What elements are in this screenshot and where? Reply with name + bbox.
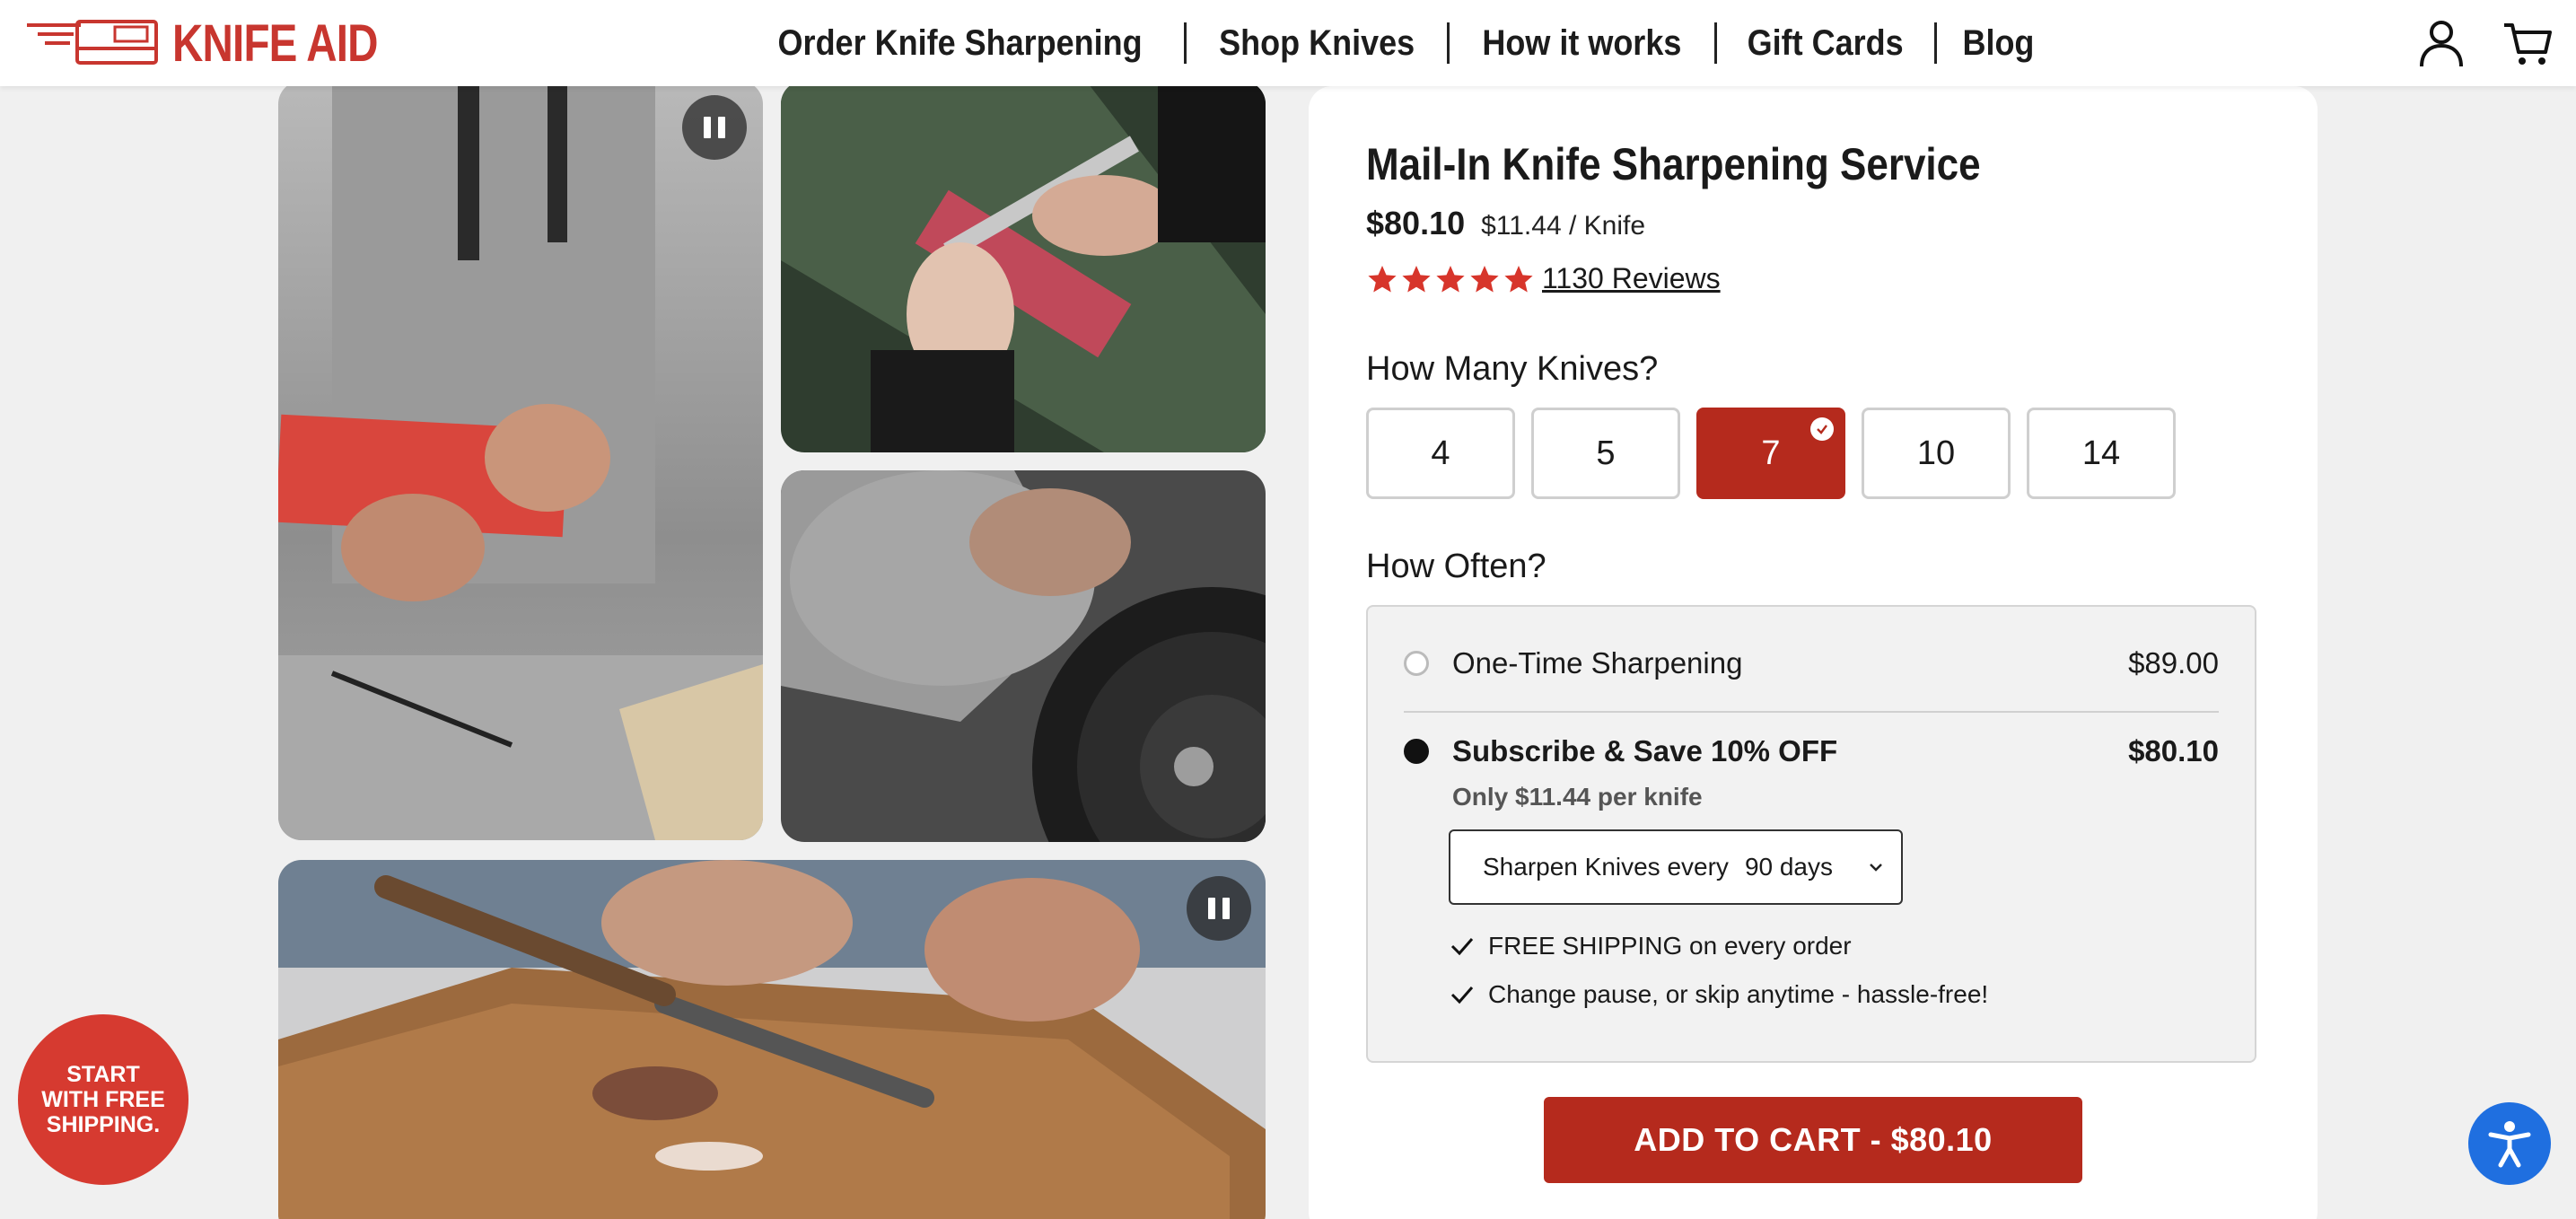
selected-check-icon [1810, 417, 1834, 441]
star-icon [1368, 265, 1397, 293]
star-icon [1504, 265, 1533, 293]
product-title: Mail-In Knife Sharpening Service [1366, 139, 1981, 189]
gallery-video-unboxing[interactable] [278, 81, 763, 840]
option-label: Subscribe & Save 10% OFF [1452, 734, 1838, 767]
nav-shop-knives[interactable]: Shop Knives [1184, 22, 1447, 64]
rating-stars: 1130 Reviews [1366, 262, 1721, 295]
checkmark-icon [1450, 987, 1474, 1004]
radio-selected[interactable] [1404, 739, 1429, 764]
option-price: $80.10 [2128, 734, 2219, 767]
quantity-option-selected[interactable]: 7 [1696, 408, 1845, 499]
gallery-image-sharpening-belt[interactable] [781, 81, 1266, 452]
cutting-board-image [278, 860, 1266, 1219]
option-subscribe[interactable]: Subscribe & Save 10% OFF $80.10 [1404, 734, 2219, 768]
select-prefix: Sharpen Knives every [1483, 853, 1729, 881]
pause-button[interactable] [682, 95, 747, 160]
unboxing-image [278, 81, 763, 840]
pause-button[interactable] [1187, 876, 1251, 941]
account-icon[interactable] [2414, 16, 2468, 70]
frequency-label: How Often? [1366, 548, 1546, 585]
accessibility-button[interactable] [2468, 1102, 2551, 1185]
select-value: 90 days [1744, 853, 1834, 881]
nav-blog[interactable]: Blog [1933, 22, 2060, 64]
frequency-options: One-Time Sharpening $89.00 Subscribe & S… [1366, 605, 2256, 1063]
quantity-option-label: 7 [1761, 434, 1781, 472]
gallery-image-wheel-sharpening[interactable] [781, 470, 1266, 842]
quantity-option[interactable]: 4 [1366, 408, 1515, 499]
option-one-time[interactable]: One-Time Sharpening $89.00 [1404, 646, 2219, 680]
main-nav: Order Knife Sharpening Shop Knives How i… [736, 0, 2059, 86]
site-header: KNIFE AID Order Knife Sharpening Shop Kn… [0, 0, 2576, 86]
free-shipping-badge[interactable]: START WITH FREE SHIPPING. [18, 1014, 188, 1185]
star-icon [1402, 265, 1431, 293]
brand-logo[interactable]: KNIFE AID [25, 14, 423, 73]
quantity-option[interactable]: 14 [2027, 408, 2176, 499]
frequency-select[interactable]: Sharpen Knives every 90 days [1449, 829, 1903, 905]
add-to-cart-button[interactable]: ADD TO CART - $80.10 [1544, 1097, 2082, 1183]
quantity-options: 4 5 7 10 14 [1366, 408, 2176, 499]
perk-text: FREE SHIPPING on every order [1488, 932, 1852, 960]
star-icon [1436, 265, 1465, 293]
wheel-sharpening-image [781, 470, 1266, 842]
reviews-link[interactable]: 1130 Reviews [1542, 262, 1721, 295]
product-price: $80.10 [1366, 205, 1466, 241]
nav-order-sharpening[interactable]: Order Knife Sharpening [736, 22, 1184, 64]
star-icon [1470, 265, 1499, 293]
perk-flexible: Change pause, or skip anytime - hassle-f… [1449, 980, 1988, 1009]
option-divider [1404, 711, 2219, 713]
price-row: $80.10 $11.44 / Knife [1366, 205, 1645, 242]
radio-unselected[interactable] [1404, 651, 1429, 676]
nav-how-it-works[interactable]: How it works [1447, 22, 1714, 64]
option-price: $89.00 [2128, 646, 2219, 680]
brand-wordmark: KNIFE AID [172, 13, 378, 73]
chevron-down-icon [1870, 864, 1882, 872]
option-label: One-Time Sharpening [1452, 646, 1743, 680]
perk-free-shipping: FREE SHIPPING on every order [1449, 932, 1852, 960]
gallery-video-cutting[interactable] [278, 860, 1266, 1219]
price-per-knife: $11.44 / Knife [1481, 211, 1646, 241]
perk-text: Change pause, or skip anytime - hassle-f… [1488, 980, 1989, 1008]
quantity-label: How Many Knives? [1366, 350, 1659, 388]
nav-gift-cards[interactable]: Gift Cards [1714, 22, 1933, 64]
subscribe-per-knife-note: Only $11.44 per knife [1452, 783, 1703, 811]
belt-sharpening-image [781, 81, 1266, 452]
cart-icon[interactable] [2501, 16, 2554, 70]
quantity-option[interactable]: 10 [1862, 408, 2011, 499]
accessibility-icon [2488, 1121, 2531, 1168]
knife-box-logo-icon [27, 20, 158, 65]
quantity-option[interactable]: 5 [1531, 408, 1680, 499]
product-panel: Mail-In Knife Sharpening Service $80.10 … [1309, 86, 2318, 1219]
checkmark-icon [1450, 938, 1474, 956]
